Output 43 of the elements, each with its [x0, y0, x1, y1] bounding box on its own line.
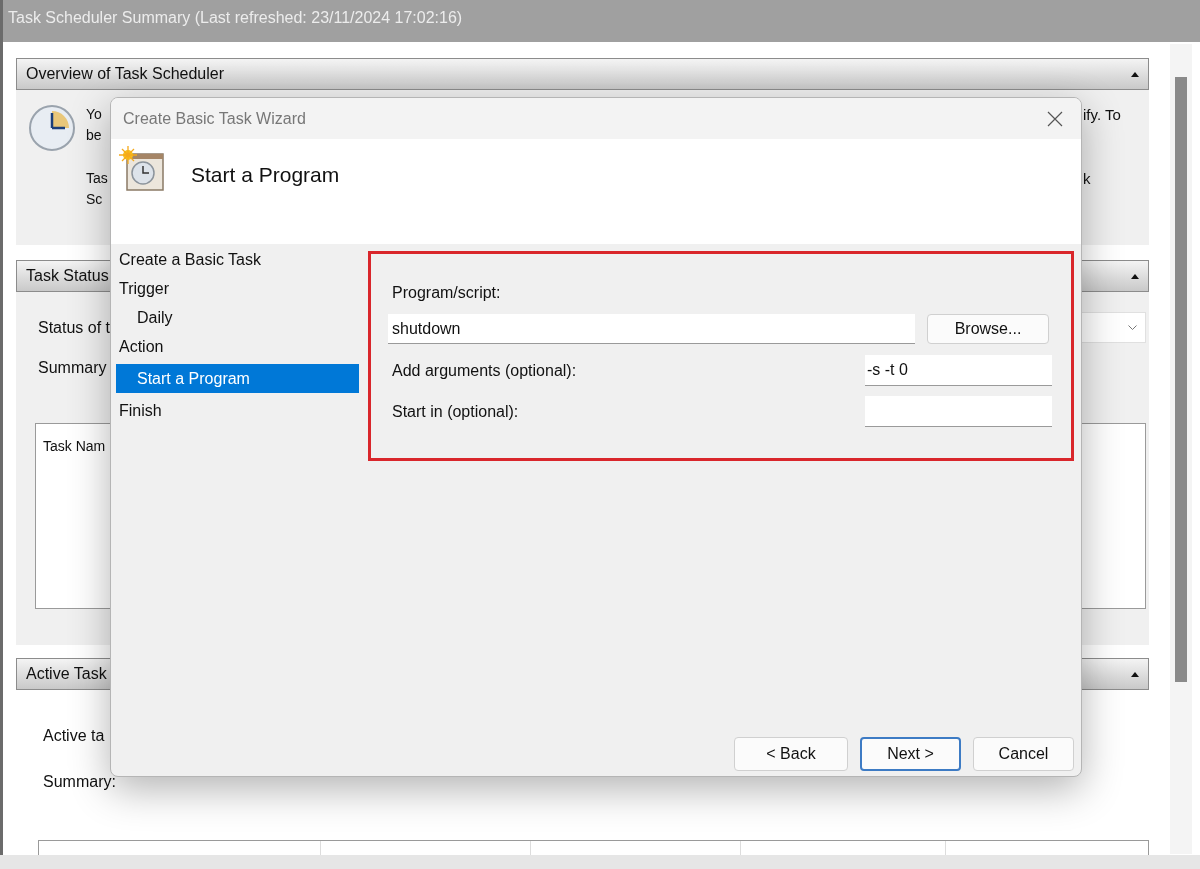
calendar-clock-icon [119, 146, 165, 192]
column-header: Task Nam [43, 438, 106, 454]
overview-text: Sc [86, 190, 104, 209]
collapse-icon[interactable] [1131, 273, 1139, 279]
wizard-step[interactable]: Finish [116, 396, 359, 425]
clock-icon [28, 104, 76, 152]
field-label: Summary [38, 358, 107, 378]
dialog-button[interactable]: Next > [860, 737, 961, 771]
collapse-icon[interactable] [1131, 671, 1139, 677]
section-title: Overview of Task Scheduler [26, 64, 224, 84]
overview-text: ify. To [1083, 105, 1121, 125]
section-title: Task Status [26, 266, 109, 286]
overview-text: Tas [86, 169, 108, 188]
scrollbar[interactable] [1170, 44, 1192, 854]
dialog-button[interactable]: Cancel [973, 737, 1074, 771]
collapse-icon[interactable] [1131, 71, 1139, 77]
wizard-step[interactable]: Daily [116, 303, 359, 332]
window-title: Task Scheduler Summary (Last refreshed: 23/11/2024 17:02:16) [3, 0, 1200, 42]
dialog-button[interactable]: < Back [734, 737, 848, 771]
chevron-down-icon [1128, 325, 1137, 330]
field-label: Add arguments (optional): [392, 360, 577, 381]
section-title: Active Task [26, 664, 107, 684]
overview-text: Yo [86, 105, 103, 124]
wizard-step[interactable]: Create a Basic Task [116, 245, 359, 274]
wizard-step[interactable]: Action [116, 332, 359, 361]
browse-button[interactable]: Browse... [927, 314, 1049, 344]
field-label: Start in (optional): [392, 401, 519, 422]
field-label: Status of t [38, 317, 111, 338]
dialog-title: Create Basic Task Wizard [123, 108, 306, 129]
text-field[interactable]: -s -t 0 [865, 355, 1052, 386]
field-label: Summary: [43, 772, 116, 792]
section-header[interactable]: Overview of Task Scheduler [16, 58, 1149, 90]
text-field[interactable]: shutdown [388, 314, 915, 344]
wizard-step[interactable]: Trigger [116, 274, 359, 303]
field-label: Active ta [43, 726, 105, 746]
scrollbar-thumb[interactable] [1175, 77, 1187, 682]
field-label: Program/script: [392, 283, 502, 303]
text-field[interactable] [865, 396, 1052, 427]
overview-text: k [1083, 169, 1091, 189]
page-heading: Start a Program [191, 162, 340, 188]
close-icon [1047, 110, 1063, 127]
overview-text: be [86, 126, 103, 145]
wizard-step[interactable]: Start a Program [116, 364, 359, 393]
